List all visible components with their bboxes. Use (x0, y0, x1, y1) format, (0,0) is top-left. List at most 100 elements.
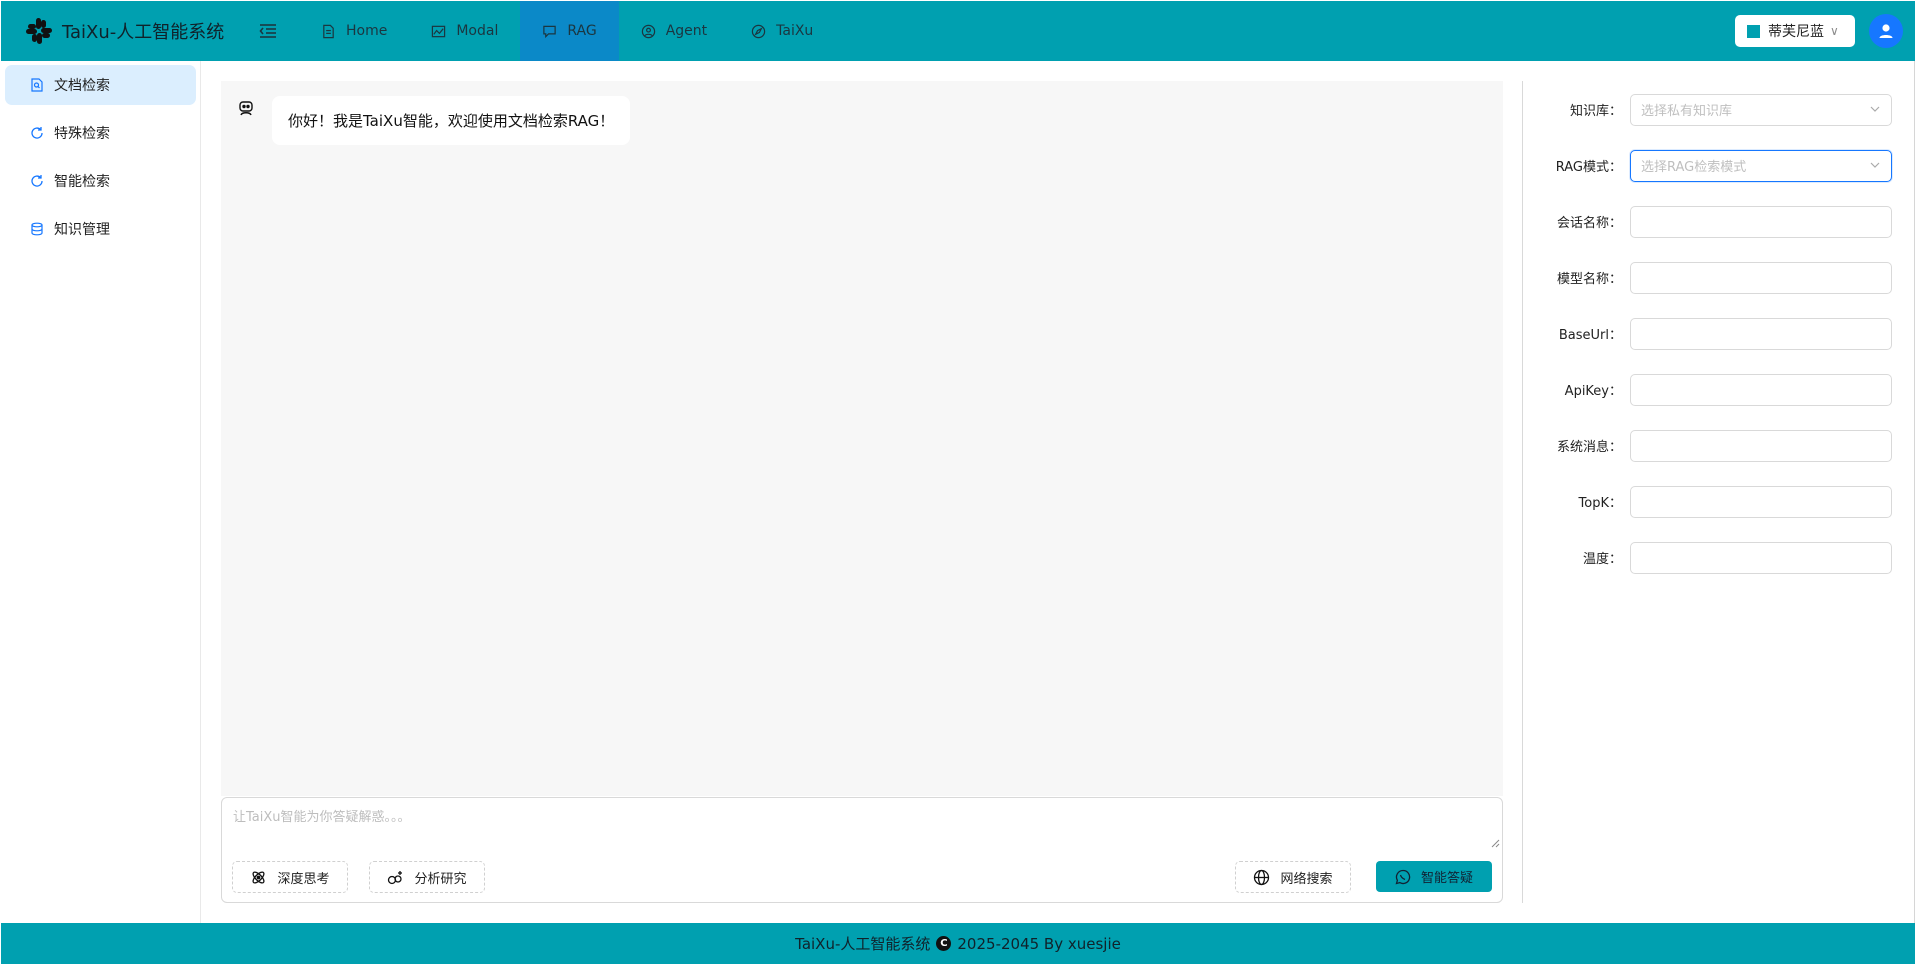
refresh-icon (31, 127, 43, 139)
chat-input-box: 深度思考 分析研究 网络搜索 智能答疑 (221, 797, 1503, 903)
sidebar-item-knowledge-management[interactable]: 知识管理 (5, 209, 196, 249)
globe-icon (1254, 869, 1270, 885)
nav-rag[interactable]: RAG (520, 1, 619, 61)
deep-think-button[interactable]: 深度思考 (232, 861, 348, 893)
image-chart-icon (432, 25, 446, 37)
rag-settings-form: 知识库： 选择私有知识库 RAG模式： 选择RAG检索模式 会话名称： 模型名称… (1528, 93, 1898, 597)
bot-message-bubble: 你好！我是TaiXu智能，欢迎使用文档检索RAG！ (272, 96, 631, 145)
form-row-session-name: 会话名称： (1528, 205, 1898, 238)
footer-title: TaiXu-人工智能系统 (795, 935, 931, 953)
nav-rag-label: RAG (567, 23, 597, 39)
theme-color-swatch (1747, 24, 1760, 38)
user-circle-icon (641, 24, 655, 38)
session-name-input[interactable] (1631, 206, 1891, 237)
knowledge-base-label: 知识库： (1569, 104, 1622, 119)
nav-taixu-label: TaiXu (776, 23, 814, 39)
app-logo[interactable]: TaiXu-人工智能系统 (1, 1, 241, 61)
form-row-knowledge-base: 知识库： 选择私有知识库 (1528, 93, 1898, 126)
nav-home[interactable]: Home (299, 1, 409, 61)
top-header: TaiXu-人工智能系统 Home Modal RAG Agent TaiXu … (1, 1, 1915, 61)
analysis-button[interactable]: 分析研究 (369, 861, 485, 893)
file-search-icon (31, 78, 43, 92)
nav-modal[interactable]: Modal (409, 1, 520, 61)
form-row-api-key: ApiKey： (1528, 373, 1898, 406)
refresh-icon (31, 175, 43, 187)
session-name-label: 会话名称： (1556, 216, 1622, 231)
footer-copyright: 2025-2045 By xuesjie (957, 934, 1121, 953)
system-message-control (1630, 429, 1892, 462)
chevron-down-icon: ∨ (1830, 24, 1839, 38)
api-key-input[interactable] (1631, 374, 1891, 405)
knowledge-base-placeholder: 选择私有知识库 (1641, 104, 1733, 119)
chat-icon (543, 25, 557, 38)
user-avatar[interactable] (1869, 14, 1903, 48)
send-button[interactable]: 智能答疑 (1376, 861, 1492, 892)
knowledge-base-select[interactable]: 选择私有知识库 (1630, 93, 1892, 126)
menu-collapse-button[interactable] (245, 1, 291, 61)
atom-icon (252, 870, 266, 884)
whatsapp-chat-icon (1395, 869, 1411, 884)
page-footer: TaiXu-人工智能系统 C 2025-2045 By xuesjie (1, 923, 1915, 964)
analysis-icon (388, 870, 403, 884)
session-name-control (1630, 205, 1892, 238)
form-row-rag-mode: RAG模式： 选择RAG检索模式 (1528, 149, 1898, 182)
model-name-control (1630, 261, 1892, 294)
form-row-base-url: BaseUrl： (1528, 317, 1898, 350)
model-name-input[interactable] (1631, 262, 1891, 293)
document-icon (323, 24, 334, 38)
topk-control (1630, 485, 1892, 518)
app-title: TaiXu-人工智能系统 (62, 22, 225, 43)
panel-divider (1522, 81, 1523, 903)
sidebar-item-label: 知识管理 (54, 222, 110, 238)
chevron-down-icon (1870, 106, 1880, 112)
base-url-label: BaseUrl： (1558, 328, 1622, 343)
form-row-system-message: 系统消息： (1528, 429, 1898, 462)
nav-agent-label: Agent (665, 23, 708, 39)
topk-label: TopK： (1578, 496, 1622, 511)
compass-icon (751, 24, 766, 38)
database-icon (31, 222, 43, 236)
send-label: 智能答疑 (1420, 871, 1473, 886)
topk-input[interactable] (1631, 486, 1891, 517)
sidebar-item-document-search[interactable]: 文档检索 (5, 65, 196, 105)
sidebar-item-label: 特殊检索 (54, 126, 110, 142)
chat-messages-area: 你好！我是TaiXu智能，欢迎使用文档检索RAG！ (221, 81, 1503, 796)
chat-input[interactable] (222, 798, 1502, 850)
web-search-button[interactable]: 网络搜索 (1235, 861, 1351, 893)
temperature-control (1630, 541, 1892, 574)
deep-think-label: 深度思考 (277, 871, 330, 887)
chevron-down-icon (1870, 162, 1880, 168)
api-key-label: ApiKey： (1564, 384, 1622, 399)
rag-mode-placeholder: 选择RAG检索模式 (1641, 160, 1747, 175)
sidebar-item-smart-search[interactable]: 智能检索 (5, 161, 196, 201)
form-row-temperature: 温度： (1528, 541, 1898, 574)
form-row-topk: TopK： (1528, 485, 1898, 518)
user-icon (1879, 24, 1893, 38)
nav-agent[interactable]: Agent (619, 1, 729, 61)
analysis-label: 分析研究 (414, 871, 467, 887)
temperature-input[interactable] (1631, 542, 1891, 573)
slack-logo-icon (26, 18, 52, 44)
sidebar-item-label: 文档检索 (54, 78, 110, 94)
top-nav: Home Modal RAG Agent TaiXu (299, 1, 835, 61)
system-message-label: 系统消息： (1556, 440, 1622, 455)
nav-home-label: Home (346, 23, 388, 39)
base-url-control (1630, 317, 1892, 350)
sidebar-item-label: 智能检索 (54, 174, 110, 190)
web-search-label: 网络搜索 (1280, 871, 1333, 887)
theme-select[interactable]: 蒂芙尼蓝 ∨ (1735, 15, 1855, 47)
form-row-model-name: 模型名称： (1528, 261, 1898, 294)
nav-taixu[interactable]: TaiXu (729, 1, 835, 61)
system-message-input[interactable] (1631, 430, 1891, 461)
menu-fold-icon (259, 24, 276, 38)
model-name-label: 模型名称： (1556, 272, 1622, 287)
base-url-input[interactable] (1631, 318, 1891, 349)
theme-select-value: 蒂芙尼蓝 (1768, 24, 1824, 40)
resize-grip-icon[interactable] (1490, 838, 1500, 848)
rag-mode-select[interactable]: 选择RAG检索模式 (1630, 149, 1892, 182)
sidebar-item-special-search[interactable]: 特殊检索 (5, 113, 196, 153)
robot-icon (239, 101, 253, 116)
nav-modal-label: Modal (456, 23, 499, 39)
header-right: 蒂芙尼蓝 ∨ (1735, 1, 1915, 61)
temperature-label: 温度： (1582, 552, 1622, 567)
